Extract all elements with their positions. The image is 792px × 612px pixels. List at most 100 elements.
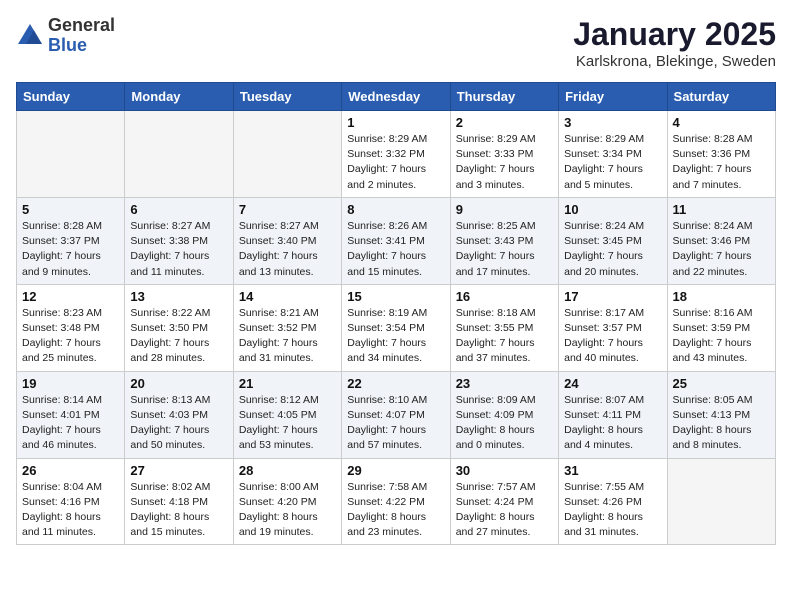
day-info: Sunrise: 7:55 AM Sunset: 4:26 PM Dayligh…	[564, 480, 661, 541]
day-number: 8	[347, 202, 444, 217]
calendar-title: January 2025	[573, 16, 776, 53]
day-number: 15	[347, 289, 444, 304]
day-number: 6	[130, 202, 227, 217]
column-header-sunday: Sunday	[17, 83, 125, 111]
day-info: Sunrise: 8:16 AM Sunset: 3:59 PM Dayligh…	[673, 306, 770, 367]
column-header-tuesday: Tuesday	[233, 83, 341, 111]
calendar-day-cell: 25 Sunrise: 8:05 AM Sunset: 4:13 PM Dayli…	[667, 371, 775, 458]
day-number: 17	[564, 289, 661, 304]
calendar-day-cell: 10 Sunrise: 8:24 AM Sunset: 3:45 PM Dayli…	[559, 197, 667, 284]
calendar-day-cell: 23Sunrise: 8:09 AM Sunset: 4:09 PM Dayli…	[450, 371, 558, 458]
day-info: Sunrise: 8:29 AM Sunset: 3:34 PM Dayligh…	[564, 132, 661, 193]
calendar-day-cell: 22Sunrise: 8:10 AM Sunset: 4:07 PM Dayli…	[342, 371, 450, 458]
calendar-week-row: 19Sunrise: 8:14 AM Sunset: 4:01 PM Dayli…	[17, 371, 776, 458]
calendar-header-row: SundayMondayTuesdayWednesdayThursdayFrid…	[17, 83, 776, 111]
calendar-day-cell: 26 Sunrise: 8:04 AM Sunset: 4:16 PM Dayli…	[17, 458, 125, 545]
day-number: 24	[564, 376, 661, 391]
column-header-friday: Friday	[559, 83, 667, 111]
calendar-day-cell: 24Sunrise: 8:07 AM Sunset: 4:11 PM Dayli…	[559, 371, 667, 458]
calendar-day-cell: 1 Sunrise: 8:29 AM Sunset: 3:32 PM Daylig…	[342, 111, 450, 198]
calendar-subtitle: Karlskrona, Blekinge, Sweden	[573, 53, 776, 70]
day-info: Sunrise: 7:57 AM Sunset: 4:24 PM Dayligh…	[456, 480, 553, 541]
day-info: Sunrise: 8:09 AM Sunset: 4:09 PM Dayligh…	[456, 393, 553, 454]
calendar-day-cell: 30 Sunrise: 7:57 AM Sunset: 4:24 PM Dayli…	[450, 458, 558, 545]
calendar-day-cell: 9 Sunrise: 8:25 AM Sunset: 3:43 PM Daylig…	[450, 197, 558, 284]
calendar-day-cell: 8 Sunrise: 8:26 AM Sunset: 3:41 PM Daylig…	[342, 197, 450, 284]
calendar-day-cell: 3 Sunrise: 8:29 AM Sunset: 3:34 PM Daylig…	[559, 111, 667, 198]
day-info: Sunrise: 8:26 AM Sunset: 3:41 PM Dayligh…	[347, 219, 444, 280]
column-header-saturday: Saturday	[667, 83, 775, 111]
calendar-day-cell: 21Sunrise: 8:12 AM Sunset: 4:05 PM Dayli…	[233, 371, 341, 458]
column-header-thursday: Thursday	[450, 83, 558, 111]
day-number: 12	[22, 289, 119, 304]
calendar-day-cell: 12Sunrise: 8:23 AM Sunset: 3:48 PM Dayli…	[17, 284, 125, 371]
day-info: Sunrise: 8:21 AM Sunset: 3:52 PM Dayligh…	[239, 306, 336, 367]
logo-blue-text: Blue	[48, 35, 87, 55]
day-info: Sunrise: 8:24 AM Sunset: 3:45 PM Dayligh…	[564, 219, 661, 280]
title-block: January 2025 Karlskrona, Blekinge, Swede…	[573, 16, 776, 70]
day-info: Sunrise: 8:29 AM Sunset: 3:32 PM Dayligh…	[347, 132, 444, 193]
calendar-day-cell: 13 Sunrise: 8:22 AM Sunset: 3:50 PM Dayli…	[125, 284, 233, 371]
day-number: 1	[347, 115, 444, 130]
day-number: 5	[22, 202, 119, 217]
day-info: Sunrise: 8:18 AM Sunset: 3:55 PM Dayligh…	[456, 306, 553, 367]
logo: General Blue	[16, 16, 115, 56]
day-number: 28	[239, 463, 336, 478]
day-number: 3	[564, 115, 661, 130]
day-info: Sunrise: 8:28 AM Sunset: 3:36 PM Dayligh…	[673, 132, 770, 193]
day-number: 21	[239, 376, 336, 391]
day-number: 30	[456, 463, 553, 478]
day-number: 27	[130, 463, 227, 478]
calendar-day-cell: 4 Sunrise: 8:28 AM Sunset: 3:36 PM Daylig…	[667, 111, 775, 198]
calendar-day-cell	[125, 111, 233, 198]
calendar-day-cell: 15 Sunrise: 8:19 AM Sunset: 3:54 PM Dayli…	[342, 284, 450, 371]
day-info: Sunrise: 7:58 AM Sunset: 4:22 PM Dayligh…	[347, 480, 444, 541]
day-number: 10	[564, 202, 661, 217]
calendar-week-row: 5 Sunrise: 8:28 AM Sunset: 3:37 PM Daylig…	[17, 197, 776, 284]
calendar-week-row: 12Sunrise: 8:23 AM Sunset: 3:48 PM Dayli…	[17, 284, 776, 371]
day-number: 2	[456, 115, 553, 130]
logo-general-text: General	[48, 15, 115, 35]
day-number: 29	[347, 463, 444, 478]
day-info: Sunrise: 8:13 AM Sunset: 4:03 PM Dayligh…	[130, 393, 227, 454]
day-number: 20	[130, 376, 227, 391]
calendar-week-row: 1 Sunrise: 8:29 AM Sunset: 3:32 PM Daylig…	[17, 111, 776, 198]
day-info: Sunrise: 8:27 AM Sunset: 3:38 PM Dayligh…	[130, 219, 227, 280]
calendar-day-cell: 6 Sunrise: 8:27 AM Sunset: 3:38 PM Daylig…	[125, 197, 233, 284]
day-info: Sunrise: 8:02 AM Sunset: 4:18 PM Dayligh…	[130, 480, 227, 541]
day-info: Sunrise: 8:19 AM Sunset: 3:54 PM Dayligh…	[347, 306, 444, 367]
day-number: 9	[456, 202, 553, 217]
logo-icon	[16, 22, 44, 50]
calendar-day-cell: 5 Sunrise: 8:28 AM Sunset: 3:37 PM Daylig…	[17, 197, 125, 284]
day-number: 26	[22, 463, 119, 478]
day-number: 7	[239, 202, 336, 217]
day-number: 11	[673, 202, 770, 217]
calendar-day-cell: 14Sunrise: 8:21 AM Sunset: 3:52 PM Dayli…	[233, 284, 341, 371]
day-number: 25	[673, 376, 770, 391]
day-info: Sunrise: 8:05 AM Sunset: 4:13 PM Dayligh…	[673, 393, 770, 454]
page-header: General Blue January 2025 Karlskrona, Bl…	[16, 16, 776, 70]
calendar-day-cell: 29 Sunrise: 7:58 AM Sunset: 4:22 PM Dayli…	[342, 458, 450, 545]
calendar-day-cell: 20 Sunrise: 8:13 AM Sunset: 4:03 PM Dayli…	[125, 371, 233, 458]
calendar-table: SundayMondayTuesdayWednesdayThursdayFrid…	[16, 82, 776, 545]
calendar-day-cell: 16 Sunrise: 8:18 AM Sunset: 3:55 PM Dayli…	[450, 284, 558, 371]
calendar-day-cell	[667, 458, 775, 545]
calendar-day-cell	[17, 111, 125, 198]
day-info: Sunrise: 8:28 AM Sunset: 3:37 PM Dayligh…	[22, 219, 119, 280]
calendar-day-cell: 2Sunrise: 8:29 AM Sunset: 3:33 PM Daylig…	[450, 111, 558, 198]
day-info: Sunrise: 8:25 AM Sunset: 3:43 PM Dayligh…	[456, 219, 553, 280]
day-number: 16	[456, 289, 553, 304]
day-info: Sunrise: 8:04 AM Sunset: 4:16 PM Dayligh…	[22, 480, 119, 541]
day-number: 18	[673, 289, 770, 304]
calendar-day-cell: 7Sunrise: 8:27 AM Sunset: 3:40 PM Daylig…	[233, 197, 341, 284]
day-info: Sunrise: 8:22 AM Sunset: 3:50 PM Dayligh…	[130, 306, 227, 367]
day-number: 4	[673, 115, 770, 130]
calendar-day-cell: 28Sunrise: 8:00 AM Sunset: 4:20 PM Dayli…	[233, 458, 341, 545]
day-info: Sunrise: 8:24 AM Sunset: 3:46 PM Dayligh…	[673, 219, 770, 280]
day-info: Sunrise: 8:17 AM Sunset: 3:57 PM Dayligh…	[564, 306, 661, 367]
calendar-day-cell: 18 Sunrise: 8:16 AM Sunset: 3:59 PM Dayli…	[667, 284, 775, 371]
day-number: 13	[130, 289, 227, 304]
calendar-day-cell: 19Sunrise: 8:14 AM Sunset: 4:01 PM Dayli…	[17, 371, 125, 458]
calendar-day-cell: 31Sunrise: 7:55 AM Sunset: 4:26 PM Dayli…	[559, 458, 667, 545]
day-info: Sunrise: 8:10 AM Sunset: 4:07 PM Dayligh…	[347, 393, 444, 454]
